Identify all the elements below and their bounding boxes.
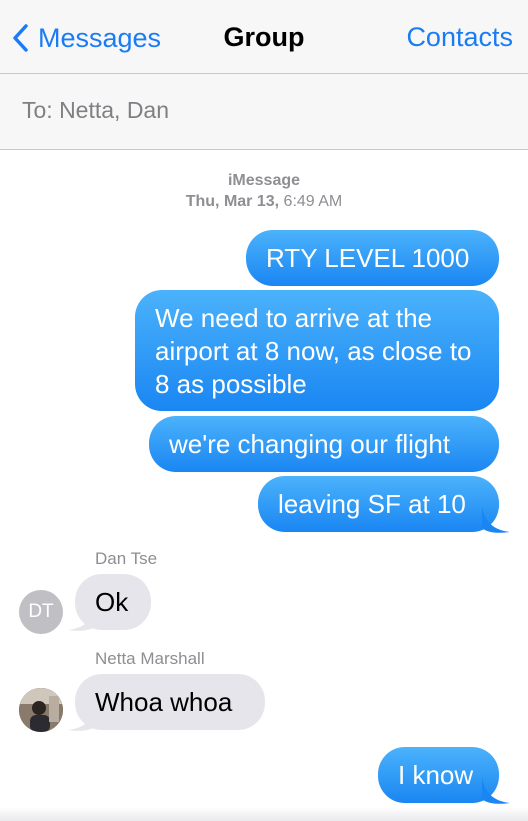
timestamp: Thu, Mar 13, 6:49 AM <box>0 193 528 211</box>
bubble-tail <box>68 704 96 731</box>
sender-name: Dan Tse <box>95 549 158 568</box>
message-text: we're changing our flight <box>169 429 451 459</box>
bubble-tail <box>68 604 96 631</box>
avatar[interactable]: DT <box>19 590 63 634</box>
recipients-label: To: Netta, Dan <box>22 97 170 123</box>
bubble-tail <box>482 506 510 533</box>
timestamp-time: 6:49 AM <box>283 193 343 210</box>
photo-avatar-icon[interactable] <box>19 688 63 732</box>
message-text: Whoa whoa <box>95 687 233 717</box>
page-title: Group <box>223 22 305 52</box>
message-bubble-incoming[interactable]: Whoa whoa <box>75 674 265 730</box>
message-bubble-outgoing[interactable]: We need to arrive at the airport at 8 no… <box>135 290 499 411</box>
contacts-button[interactable]: Contacts <box>406 22 513 53</box>
recipients-bar[interactable]: To: Netta, Dan <box>0 74 528 150</box>
message-text: leaving SF at 10 <box>278 489 466 519</box>
back-label: Messages <box>38 22 162 53</box>
message-text: We need to arrive at the airport at 8 no… <box>155 303 472 399</box>
bubble-tail <box>482 777 510 804</box>
message-text: I know <box>398 760 474 790</box>
service-label: iMessage <box>227 172 301 189</box>
message-bubble-outgoing[interactable]: RTY LEVEL 1000 <box>246 230 499 286</box>
bottom-edge <box>0 807 528 821</box>
back-button[interactable]: Messages <box>12 20 161 56</box>
message-text: RTY LEVEL 1000 <box>266 243 470 273</box>
chevron-left-icon <box>13 24 28 52</box>
message-text: Ok <box>95 587 129 617</box>
message-bubble-outgoing[interactable]: I know <box>378 747 499 803</box>
timestamp-date: Thu, Mar 13, <box>185 193 280 210</box>
message-bubble-outgoing[interactable]: leaving SF at 10 <box>258 476 499 532</box>
sender-name: Netta Marshall <box>95 649 205 668</box>
nav-bar: Messages Group Contacts <box>0 0 528 74</box>
message-bubble-outgoing[interactable]: we're changing our flight <box>149 416 499 472</box>
